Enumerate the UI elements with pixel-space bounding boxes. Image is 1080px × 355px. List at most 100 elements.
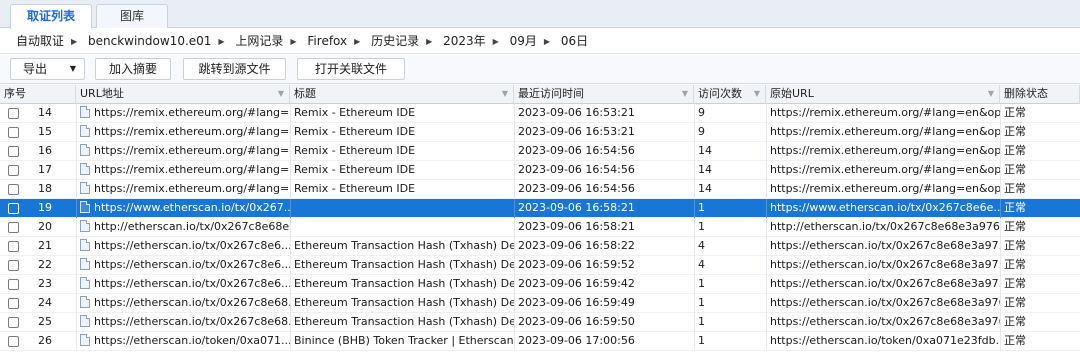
last-visit-cell: 2023-09-06 16:59:50: [518, 315, 635, 328]
row-checkbox[interactable]: [8, 184, 19, 195]
chevron-down-icon[interactable]: ▼: [70, 59, 76, 79]
title-cell: Remix - Ethereum IDE: [294, 182, 416, 195]
document-icon: [80, 144, 90, 156]
column-header-last-visit[interactable]: 最近访问时间 ▼: [514, 85, 694, 104]
url-text: https://etherscan.io/tx/0x267c8e68...: [94, 296, 290, 309]
row-checkbox[interactable]: [8, 108, 19, 119]
url-text: https://remix.ethereum.org/#lang=...: [94, 182, 290, 195]
table-row[interactable]: 21 https://etherscan.io/tx/0x267c8e6... Et…: [0, 237, 1080, 256]
row-index: 14: [38, 106, 52, 119]
document-icon: [80, 201, 90, 213]
table-row[interactable]: 15 https://remix.ethereum.org/#lang=... Re…: [0, 123, 1080, 142]
column-header-visit-count[interactable]: 访问次数 ▼: [694, 85, 766, 104]
column-header-title[interactable]: 标题 ▼: [290, 85, 514, 104]
table-row[interactable]: 16 https://remix.ethereum.org/#lang=... Re…: [0, 142, 1080, 161]
row-index: 25: [38, 315, 52, 328]
url-cell: https://etherscan.io/token/0xa071...: [76, 332, 290, 351]
delete-status-cell: 正常: [1004, 315, 1026, 328]
table-row[interactable]: 14 https://remix.ethereum.org/#lang=... Re…: [0, 104, 1080, 123]
row-checkbox[interactable]: [8, 222, 19, 233]
column-header-index[interactable]: 序号: [0, 85, 76, 104]
document-icon: [80, 277, 90, 289]
row-checkbox[interactable]: [8, 146, 19, 157]
breadcrumb-item-history[interactable]: 历史记录: [371, 29, 419, 53]
tab-gallery[interactable]: 图库: [96, 4, 168, 28]
last-visit-cell: 2023-09-06 16:54:56: [518, 163, 635, 176]
table-row[interactable]: 18 https://remix.ethereum.org/#lang=... Re…: [0, 180, 1080, 199]
row-checkbox[interactable]: [8, 279, 19, 290]
visit-count-cell: 1: [698, 277, 705, 290]
visit-count-cell: 14: [698, 163, 712, 176]
row-index: 16: [38, 144, 52, 157]
original-url-cell: https://remix.ethereum.org/#lang=en&opt.…: [770, 163, 1000, 176]
breadcrumb-item-month[interactable]: 09月: [510, 29, 537, 53]
visit-count-cell: 9: [698, 106, 705, 119]
row-checkbox[interactable]: [8, 298, 19, 309]
delete-status-cell: 正常: [1004, 201, 1026, 214]
add-summary-button[interactable]: 加入摘要: [95, 58, 171, 80]
table-row[interactable]: 24 https://etherscan.io/tx/0x267c8e68... E…: [0, 294, 1080, 313]
breadcrumb-item-year[interactable]: 2023年: [443, 29, 486, 53]
filter-funnel-icon[interactable]: ▼: [988, 85, 994, 103]
filter-funnel-icon[interactable]: ▼: [754, 85, 760, 103]
breadcrumb-item-auto-forensics[interactable]: 自动取证: [16, 29, 64, 53]
jump-to-source-button[interactable]: 跳转到源文件: [183, 58, 286, 80]
original-url-cell: https://remix.ethereum.org/#lang=en&opt.…: [770, 144, 1000, 157]
breadcrumb-item-browser[interactable]: Firefox: [307, 29, 347, 53]
row-checkbox[interactable]: [8, 203, 19, 214]
filter-funnel-icon[interactable]: ▼: [502, 85, 508, 103]
filter-funnel-icon[interactable]: ▼: [682, 85, 688, 103]
column-header-delete-status[interactable]: 删除状态: [1000, 85, 1080, 104]
delete-status-cell: 正常: [1004, 277, 1026, 290]
title-cell: Ethereum Transaction Hash (Txhash) De...: [294, 315, 514, 328]
row-checkbox[interactable]: [8, 127, 19, 138]
table-row[interactable]: 25 https://etherscan.io/tx/0x267c8e68... E…: [0, 313, 1080, 332]
visit-count-cell: 1: [698, 334, 705, 347]
open-related-file-button[interactable]: 打开关联文件: [297, 58, 405, 80]
column-header-url[interactable]: URL地址 ▼: [76, 85, 290, 104]
row-checkbox[interactable]: [8, 165, 19, 176]
column-header-original-url[interactable]: 原始URL ▼: [766, 85, 1000, 104]
toolbar: 导出 ▼ 加入摘要 跳转到源文件 打开关联文件: [0, 55, 1080, 84]
original-url-cell: https://www.etherscan.io/tx/0x267c8e6e..…: [770, 201, 1000, 214]
url-cell: https://remix.ethereum.org/#lang=...: [76, 123, 290, 142]
last-visit-cell: 2023-09-06 16:54:56: [518, 182, 635, 195]
url-text: http://etherscan.io/tx/0x267c8e68e...: [94, 220, 290, 233]
tab-evidence-list[interactable]: 取证列表: [10, 4, 92, 29]
title-cell: [290, 199, 514, 218]
document-icon: [80, 182, 90, 194]
table-row[interactable]: 23 https://etherscan.io/tx/0x267c8e6... Et…: [0, 275, 1080, 294]
table-row[interactable]: 26 https://etherscan.io/token/0xa071... Bi…: [0, 332, 1080, 351]
last-visit-cell: 2023-09-06 16:59:49: [518, 296, 635, 309]
triangle-right-icon: ▶: [290, 37, 297, 46]
row-checkbox[interactable]: [8, 260, 19, 271]
row-index: 18: [38, 182, 52, 195]
url-cell: https://remix.ethereum.org/#lang=...: [76, 104, 290, 123]
breadcrumb-item-day[interactable]: 06日: [561, 29, 588, 53]
table-row[interactable]: 22 https://etherscan.io/tx/0x267c8e6... Et…: [0, 256, 1080, 275]
title-cell: Ethereum Transaction Hash (Txhash) De...: [294, 239, 514, 252]
url-text: https://etherscan.io/tx/0x267c8e6...: [94, 277, 290, 290]
url-cell: http://etherscan.io/tx/0x267c8e68e...: [76, 218, 290, 237]
row-index: 20: [38, 220, 52, 233]
url-text: https://etherscan.io/tx/0x267c8e68...: [94, 315, 290, 328]
table-body: 14 https://remix.ethereum.org/#lang=... Re…: [0, 104, 1080, 351]
row-checkbox[interactable]: [8, 241, 19, 252]
filter-funnel-icon[interactable]: ▼: [278, 85, 284, 103]
row-index: 21: [38, 239, 52, 252]
triangle-right-icon: ▶: [426, 37, 433, 46]
breadcrumb-item-web-records[interactable]: 上网记录: [235, 29, 283, 53]
original-url-cell: http://etherscan.io/tx/0x267c8e68e3a9769…: [770, 220, 1000, 233]
table-row[interactable]: 19 https://www.etherscan.io/tx/0x267... 20…: [0, 199, 1080, 218]
visit-count-cell: 1: [698, 201, 705, 214]
row-checkbox[interactable]: [8, 317, 19, 328]
url-text: https://remix.ethereum.org/#lang=...: [94, 125, 290, 138]
table-row[interactable]: 20 http://etherscan.io/tx/0x267c8e68e... 2…: [0, 218, 1080, 237]
row-checkbox[interactable]: [8, 336, 19, 347]
table-row[interactable]: 17 https://remix.ethereum.org/#lang=... Re…: [0, 161, 1080, 180]
delete-status-cell: 正常: [1004, 334, 1026, 347]
export-button[interactable]: 导出 ▼: [10, 58, 85, 80]
original-url-cell: https://remix.ethereum.org/#lang=en&opt.…: [770, 106, 1000, 119]
breadcrumb-item-image[interactable]: benckwindow10.e01: [88, 29, 211, 53]
row-index: 15: [38, 125, 52, 138]
